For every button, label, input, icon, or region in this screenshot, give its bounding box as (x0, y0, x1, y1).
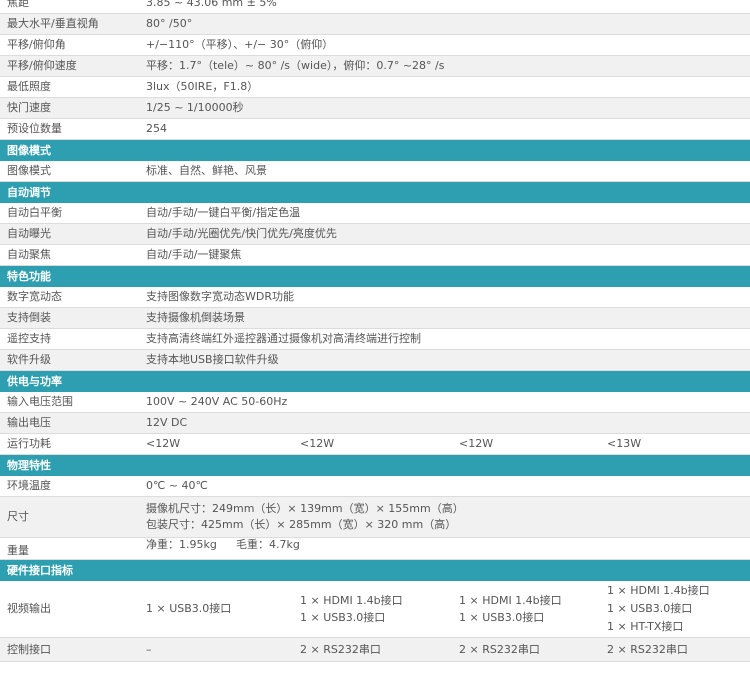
spec-label: 重量 (7, 544, 29, 557)
spec-label: 输入电压范围 (7, 395, 73, 408)
spec-row-shutter: 快门速度 1/25 ~ 1/10000秒 (0, 98, 750, 119)
spec-sheet: 焦距 3.85 ~ 43.06 mm ± 5% 最大水平/垂直视角 80° /5… (0, 0, 750, 662)
spec-value: 3lux（50IRE，F1.8） (146, 80, 259, 93)
spec-row-presets: 预设位数量 254 (0, 119, 750, 140)
spec-value: 自动/手动/一键白平衡/指定色温 (146, 206, 301, 219)
spec-label: 图像模式 (7, 164, 51, 177)
spec-value: 0℃ ~ 40℃ (146, 479, 208, 492)
spec-label: 平移/俯仰角 (7, 38, 66, 51)
spec-row-ae: 自动曝光 自动/手动/光圈优先/快门优先/亮度优先 (0, 224, 750, 245)
spec-row-wdr: 数字宽动态 支持图像数字宽动态WDR功能 (0, 287, 750, 308)
spec-value-gross: 毛重：4.7kg (236, 538, 300, 551)
spec-value: 支持本地USB接口软件升级 (146, 353, 279, 366)
spec-label: 尺寸 (7, 510, 29, 523)
spec-label: 快门速度 (7, 101, 51, 114)
spec-value: 自动/手动/一键聚焦 (146, 248, 242, 261)
spec-value: 自动/手动/光圈优先/快门优先/亮度优先 (146, 227, 337, 240)
spec-value-line: 摄像机尺寸：249mm（长）× 139mm（宽）× 155mm（高） (146, 502, 464, 515)
spec-value-col3: 1 × USB3.0接口 (459, 611, 545, 624)
spec-value-col4: 1 × HT-TX接口 (607, 620, 684, 633)
spec-label: 环境温度 (7, 479, 51, 492)
spec-row-illumination: 最低照度 3lux（50IRE，F1.8） (0, 77, 750, 98)
spec-row-control: 控制接口 – 2 × RS232串口 2 × RS232串口 2 × RS232… (0, 638, 750, 662)
spec-row-pan-tilt: 平移/俯仰角 +/−110°（平移）、+/− 30°（俯仰） (0, 35, 750, 56)
spec-value-col2: 2 × RS232串口 (300, 643, 381, 656)
spec-value: +/−110°（平移）、+/− 30°（俯仰） (146, 38, 334, 51)
spec-row-focal: 焦距 3.85 ~ 43.06 mm ± 5% (0, 0, 750, 14)
spec-value-col3: 2 × RS232串口 (459, 643, 540, 656)
spec-group-top: 焦距 3.85 ~ 43.06 mm ± 5% 最大水平/垂直视角 80° /5… (0, 0, 750, 140)
spec-value-col4: 1 × HDMI 1.4b接口 (607, 584, 710, 597)
spec-label: 平移/俯仰速度 (7, 59, 77, 72)
spec-row-weight: 重量 净重：1.95kg 毛重：4.7kg (0, 538, 750, 560)
section-header-physical: 物理特性 (0, 455, 750, 476)
spec-value-col2: 1 × HDMI 1.4b接口 (300, 594, 403, 607)
spec-value-col4: <13W (607, 437, 642, 450)
spec-label: 最大水平/垂直视角 (7, 17, 99, 30)
spec-row-flip: 支持倒装 支持摄像机倒装场景 (0, 308, 750, 329)
spec-value: 12V DC (146, 416, 188, 429)
spec-row-fov: 最大水平/垂直视角 80° /50° (0, 14, 750, 35)
spec-value: 支持摄像机倒装场景 (146, 311, 245, 324)
spec-row-remote: 遥控支持 支持高清终端红外遥控器通过摄像机对高清终端进行控制 (0, 329, 750, 350)
section-header-feature: 特色功能 (0, 266, 750, 287)
spec-label: 自动白平衡 (7, 206, 62, 219)
spec-value-col1: <12W (146, 437, 181, 450)
spec-label: 自动聚焦 (7, 248, 51, 261)
spec-label: 支持倒装 (7, 311, 51, 324)
spec-label: 视频输出 (7, 602, 51, 615)
spec-row-input-voltage: 输入电压范围 100V ~ 240V AC 50-60Hz (0, 392, 750, 413)
spec-label: 自动曝光 (7, 227, 51, 240)
spec-row-power-consumption: 运行功耗 <12W <12W <12W <13W (0, 434, 750, 455)
spec-row-size: 尺寸 摄像机尺寸：249mm（长）× 139mm（宽）× 155mm（高） 包装… (0, 497, 750, 538)
section-header-power: 供电与功率 (0, 371, 750, 392)
spec-value-col3: 1 × HDMI 1.4b接口 (459, 594, 562, 607)
spec-value-col4: 1 × USB3.0接口 (607, 602, 693, 615)
spec-value-col1: – (146, 643, 152, 656)
spec-row-af: 自动聚焦 自动/手动/一键聚焦 (0, 245, 750, 266)
spec-value-col4: 2 × RS232串口 (607, 643, 688, 656)
spec-row-output-voltage: 输出电压 12V DC (0, 413, 750, 434)
spec-value-line: 包装尺寸：425mm（长）× 285mm（宽）× 320 mm（高） (146, 518, 457, 531)
spec-value: 支持图像数字宽动态WDR功能 (146, 290, 294, 303)
spec-value: 支持高清终端红外遥控器通过摄像机对高清终端进行控制 (146, 332, 421, 345)
spec-value-col1: 1 × USB3.0接口 (146, 602, 232, 615)
spec-value: 标准、自然、鲜艳、风景 (146, 164, 267, 177)
spec-row-awb: 自动白平衡 自动/手动/一键白平衡/指定色温 (0, 203, 750, 224)
spec-value-net: 净重：1.95kg (146, 538, 217, 551)
spec-label: 输出电压 (7, 416, 51, 429)
spec-label: 预设位数量 (7, 122, 62, 135)
spec-label: 遥控支持 (7, 332, 51, 345)
spec-row-pan-tilt-speed: 平移/俯仰速度 平移：1.7°（tele）~ 80° /s（wide），俯仰：0… (0, 56, 750, 77)
spec-row-image-mode: 图像模式 标准、自然、鲜艳、风景 (0, 161, 750, 182)
spec-value: 254 (146, 122, 167, 135)
section-header-image: 图像模式 (0, 140, 750, 161)
spec-label: 焦距 (7, 0, 29, 9)
spec-label: 数字宽动态 (7, 290, 62, 303)
spec-label: 运行功耗 (7, 437, 51, 450)
spec-value: 80° /50° (146, 17, 193, 30)
spec-row-temperature: 环境温度 0℃ ~ 40℃ (0, 476, 750, 497)
spec-value: 平移：1.7°（tele）~ 80° /s（wide），俯仰：0.7° ~28°… (146, 59, 445, 72)
spec-value: 100V ~ 240V AC 50-60Hz (146, 395, 288, 408)
spec-label: 软件升级 (7, 353, 51, 366)
section-header-auto: 自动调节 (0, 182, 750, 203)
spec-value-col2: 1 × USB3.0接口 (300, 611, 386, 624)
spec-label: 控制接口 (7, 643, 51, 656)
spec-value: 3.85 ~ 43.06 mm ± 5% (146, 0, 277, 9)
spec-label: 最低照度 (7, 80, 51, 93)
spec-value: 1/25 ~ 1/10000秒 (146, 101, 244, 114)
spec-value-col3: <12W (459, 437, 494, 450)
section-header-hardware: 硬件接口指标 (0, 560, 750, 581)
spec-row-upgrade: 软件升级 支持本地USB接口软件升级 (0, 350, 750, 371)
spec-value-col2: <12W (300, 437, 335, 450)
spec-row-video-output: 视频输出 1 × USB3.0接口 1 × HDMI 1.4b接口 1 × US… (0, 581, 750, 638)
